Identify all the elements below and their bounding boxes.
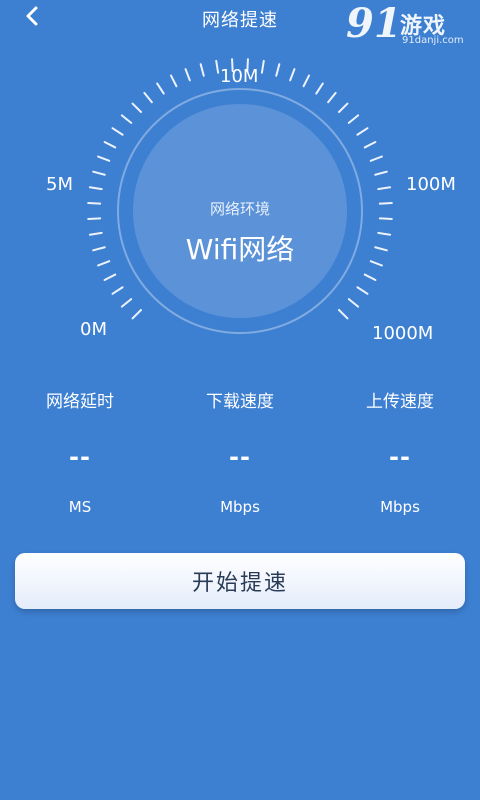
download-value: --: [229, 443, 251, 471]
latency-stat: 网络延时 -- MS: [0, 390, 160, 518]
gauge-label-100m: 100M: [406, 174, 456, 195]
gauge-tick: [120, 114, 133, 124]
download-title: 下载速度: [206, 392, 274, 412]
speed-gauge: 0M 5M 10M 100M 1000M 网络环境 Wifi网络: [0, 36, 480, 366]
stats-row: 网络延时 -- MS 下载速度 -- Mbps 上传速度 -- Mbps: [0, 390, 480, 530]
gauge-tick: [88, 186, 103, 191]
gauge-tick: [275, 63, 281, 77]
gauge-label-5m: 5M: [46, 174, 73, 195]
gauge-tick: [131, 102, 143, 114]
gauge-label-1000m: 1000M: [372, 323, 434, 344]
gauge-tick: [289, 68, 296, 82]
gauge-tick: [327, 91, 337, 104]
gauge-tick: [199, 63, 205, 77]
gauge-tick: [356, 286, 369, 295]
gauge-tick: [356, 127, 369, 136]
gauge-tick: [103, 273, 117, 282]
gauge-tick: [377, 186, 392, 191]
upload-title: 上传速度: [366, 392, 434, 412]
gauge-tick: [215, 59, 220, 74]
gauge-tick: [363, 140, 377, 149]
gauge-tick: [156, 82, 165, 95]
gauge-tick: [260, 59, 265, 74]
gauge-tick: [169, 74, 178, 88]
upload-stat: 上传速度 -- Mbps: [320, 390, 480, 518]
gauge-tick: [337, 102, 349, 114]
gauge-tick: [347, 298, 360, 308]
gauge-label-10m: 10M: [220, 66, 259, 87]
gauge-label-0m: 0M: [80, 319, 107, 340]
gauge-tick: [92, 170, 106, 176]
download-stat: 下载速度 -- Mbps: [160, 390, 320, 518]
gauge-tick: [315, 82, 324, 95]
upload-unit: Mbps: [380, 498, 420, 516]
gauge-tick: [369, 155, 383, 162]
network-env-value: Wifi网络: [185, 233, 295, 266]
latency-value: --: [69, 443, 91, 471]
gauge-tick: [374, 170, 388, 176]
gauge-tick: [337, 308, 349, 320]
download-unit: Mbps: [220, 498, 260, 516]
gauge-tick: [131, 308, 143, 320]
latency-title: 网络延时: [46, 392, 114, 412]
upload-value: --: [389, 443, 411, 471]
gauge-tick: [143, 91, 153, 104]
gauge-tick: [103, 140, 117, 149]
gauge-tick: [184, 68, 191, 82]
gauge-tick: [111, 127, 124, 136]
gauge-tick: [363, 273, 377, 282]
gauge-tick: [111, 286, 124, 295]
gauge-tick: [97, 155, 111, 162]
gauge-tick: [120, 298, 133, 308]
gauge-tick: [347, 114, 360, 124]
start-boost-button[interactable]: 开始提速: [15, 553, 465, 609]
network-env-label: 网络环境: [209, 200, 270, 218]
gauge-tick: [302, 74, 311, 88]
latency-unit: MS: [68, 498, 92, 516]
